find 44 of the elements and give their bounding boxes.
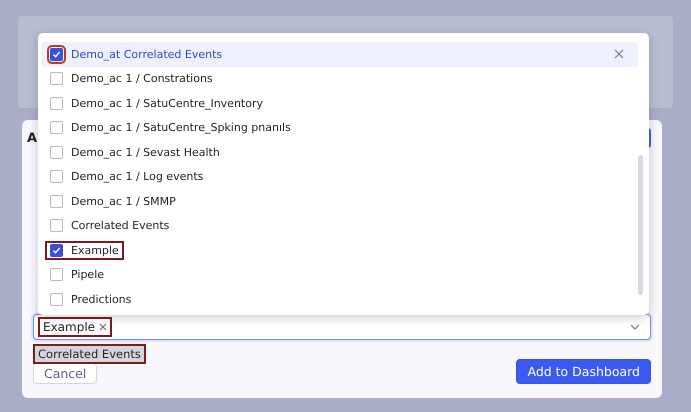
option-label: Demo_ac 1 / Log events [71, 170, 204, 184]
dropdown-option[interactable]: Example [42, 238, 638, 262]
dropdown-option[interactable]: Demo_ac 1 / Constrations [42, 66, 638, 91]
dropdown-option[interactable]: Demo_ac 1 / SatuCentre_Inventory [42, 91, 638, 116]
checkbox[interactable] [50, 292, 63, 306]
checkbox[interactable] [50, 170, 63, 184]
dropdown-option[interactable]: Demo_ac 1 / SatuCentre_Spking pnanıls [42, 116, 638, 140]
suggestion-tag[interactable]: Correlated Events [33, 344, 146, 364]
cancel-button[interactable]: Cancel [33, 363, 98, 384]
option-label: Demo_ac 1 / Constrations [71, 72, 213, 86]
checkbox[interactable] [50, 244, 63, 257]
dropdown-option[interactable]: Correlated Events [42, 214, 638, 238]
checkbox[interactable] [50, 48, 63, 61]
dropdown-option[interactable]: Demo_ac 1 / Log events [42, 164, 638, 189]
dashboard-select[interactable]: Example [33, 314, 651, 340]
option-label: Predictions [71, 292, 132, 306]
dropdown-option[interactable]: Predictions [42, 287, 638, 312]
remove-icon[interactable] [99, 323, 108, 331]
chevron-down-icon [630, 324, 640, 330]
checkbox[interactable] [50, 121, 63, 134]
dialog-title: A [27, 130, 38, 146]
option-label: Demo_ac 1 / SatuCentre_Inventory [71, 96, 263, 110]
checkbox[interactable] [50, 146, 63, 159]
close-icon[interactable] [614, 49, 624, 60]
option-label: Demo_ac 1 / SatuCentre_Spking pnanıls [71, 121, 291, 134]
option-label: Pipele [71, 268, 104, 282]
check-icon [52, 50, 61, 59]
dropdown-option[interactable]: Demo_ac 1 / SMMP [42, 189, 638, 214]
checkbox[interactable] [50, 72, 63, 86]
option-label: Demo_ac 1 / SMMP [71, 194, 176, 208]
checkbox[interactable] [50, 96, 63, 110]
option-label: Example [71, 244, 119, 257]
checkbox[interactable] [50, 268, 63, 282]
checkbox[interactable] [50, 219, 63, 232]
selected-tag[interactable]: Example [38, 317, 112, 337]
option-label: Correlated Events [71, 219, 170, 232]
option-label: Demo_ac 1 / Sevast Health [71, 146, 220, 159]
dropdown-option[interactable]: Demo_at Correlated Events [42, 42, 638, 66]
add-button[interactable]: Add to Dashboard [516, 359, 651, 384]
checkbox[interactable] [50, 194, 63, 208]
dropdown-option[interactable]: Demo_ac 1 / Sevast Health [42, 140, 638, 164]
dropdown-option[interactable]: Pipele [42, 262, 638, 287]
option-label: Demo_at Correlated Events [71, 48, 222, 61]
check-icon [52, 246, 61, 255]
